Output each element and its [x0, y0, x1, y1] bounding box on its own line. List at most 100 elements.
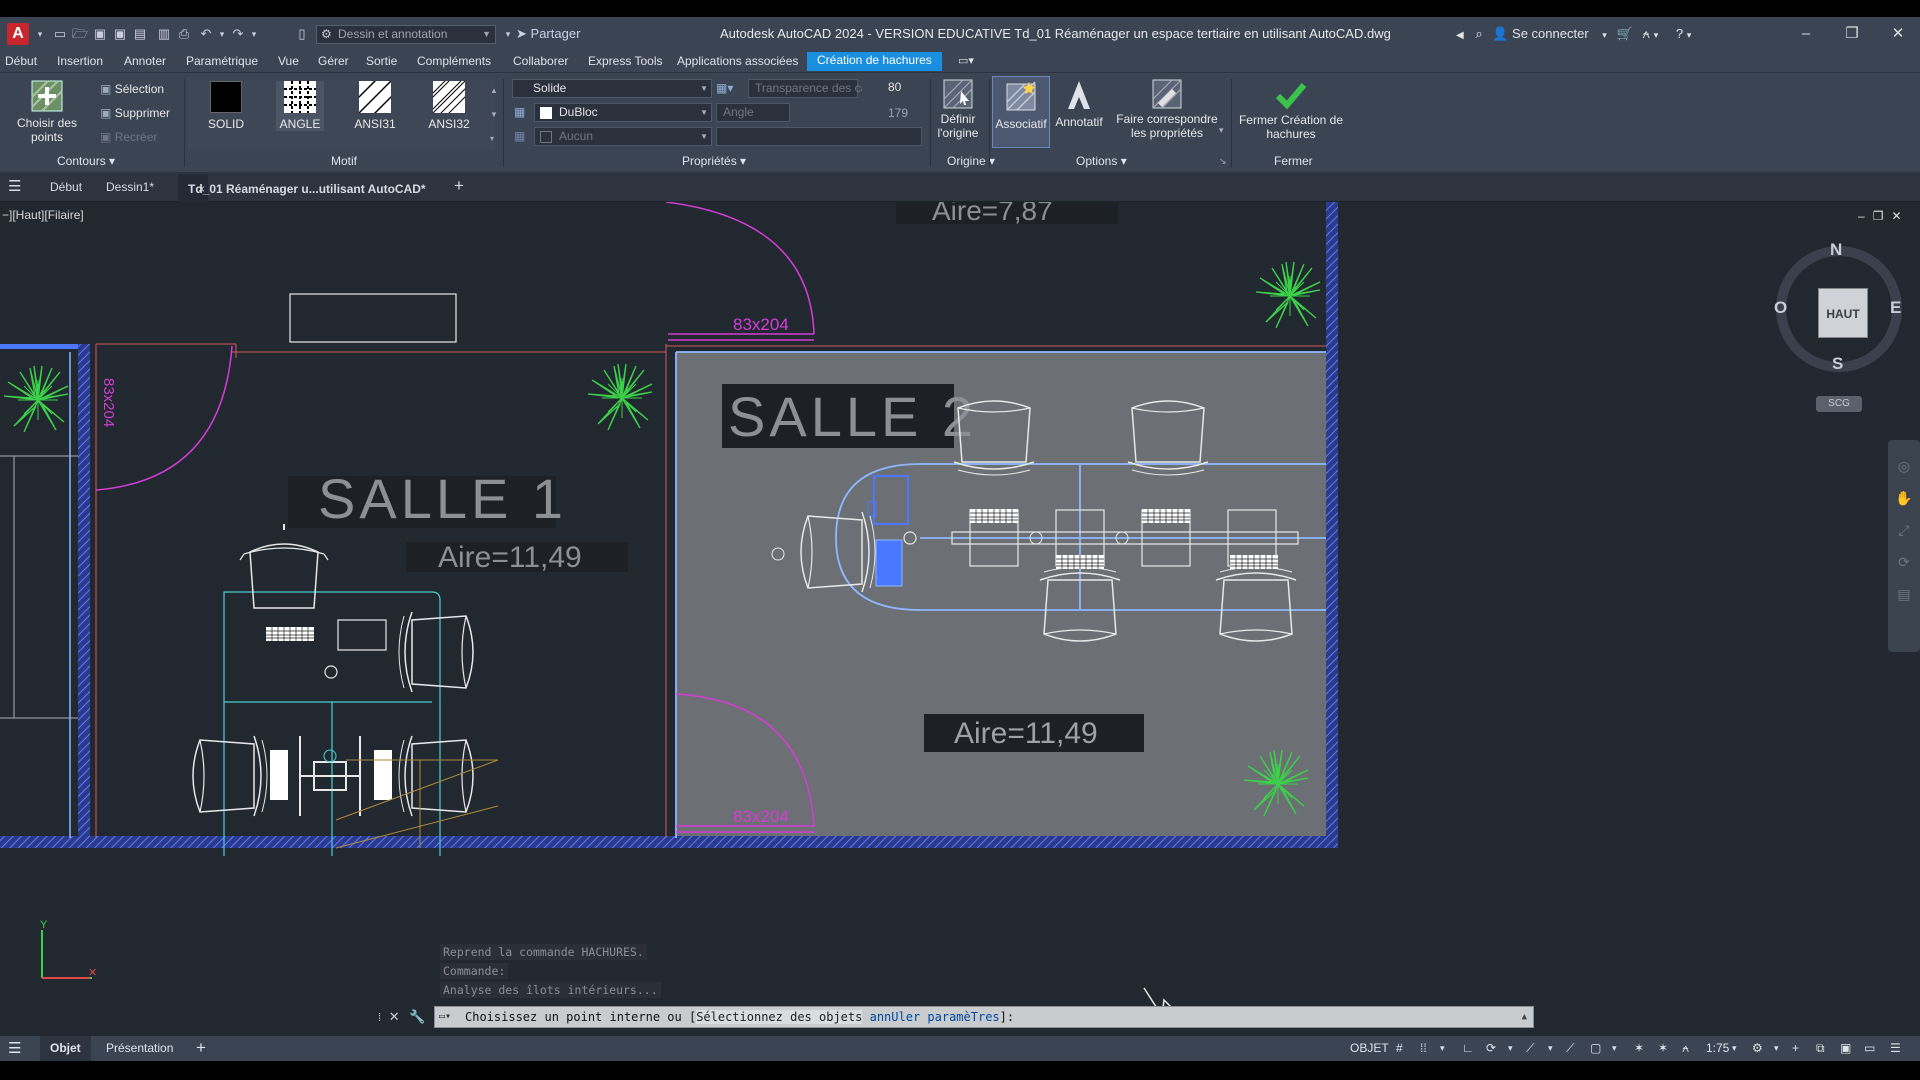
file-tab-dessin1[interactable]: Dessin1*	[106, 180, 154, 194]
new-tab-button[interactable]: +	[454, 176, 464, 196]
orbit-icon[interactable]: ⟳	[1888, 546, 1920, 578]
object-snap-icon[interactable]: ▢	[1590, 1041, 1601, 1055]
autodesk-dropdown-icon[interactable]: ▾	[1654, 30, 1659, 40]
choose-points-button[interactable]: Choisir des points	[0, 79, 94, 144]
user-icon[interactable]: 👤	[1492, 26, 1508, 41]
selection-button[interactable]: ▣ Sélection	[100, 82, 164, 96]
auto-scale-icon[interactable]: ✶	[1658, 1041, 1668, 1055]
plus-icon[interactable]: +	[1792, 1041, 1799, 1055]
command-history-toggle-icon[interactable]: ▲	[1522, 1007, 1527, 1027]
print-icon[interactable]: ⎙	[176, 26, 192, 42]
file-tab-current[interactable]: Td_01 Réaménager u...utilisant AutoCAD* …	[178, 174, 426, 202]
clean-screen-icon[interactable]: ▭	[1864, 1041, 1875, 1055]
customization-menu-icon[interactable]: ☰	[1890, 1041, 1901, 1055]
tab-sortie[interactable]: Sortie	[366, 54, 397, 68]
options-launcher-icon[interactable]: ↘	[1219, 156, 1227, 167]
isolate-objects-icon[interactable]: ⧉	[1816, 1041, 1825, 1056]
share-drawing-icon[interactable]: ▯	[294, 26, 310, 42]
compass-east[interactable]: E	[1890, 298, 1901, 318]
close-hatch-creation-button[interactable]: Fermer Création de hachures	[1234, 79, 1348, 141]
tab-vue[interactable]: Vue	[278, 54, 299, 68]
annotative-toggle[interactable]: Annotatif	[1052, 79, 1106, 129]
grip-icon[interactable]: ⁞	[378, 1012, 381, 1024]
redo-icon[interactable]: ↷	[230, 26, 246, 42]
save-icon[interactable]: ▣	[92, 26, 108, 42]
viewport-controls-label[interactable]: −][Haut][Filaire]	[2, 208, 84, 222]
redo-dropdown-icon[interactable]: ▾	[246, 26, 262, 42]
command-option-undo[interactable]: annUler	[870, 1010, 921, 1024]
floor-plan[interactable]: 83x204 83x204 83x204 Aire=7,87 SALLE 1 A…	[0, 202, 1920, 1045]
angle-value[interactable]: 179	[888, 106, 908, 120]
transparency-value[interactable]: 80	[862, 79, 922, 98]
pattern-ansi32[interactable]: ANSI32	[425, 81, 473, 131]
tab-extra-dropdown-icon[interactable]: ▭▾	[958, 54, 974, 67]
hatch-type-select[interactable]: Solide ▼	[512, 79, 712, 98]
signin-dropdown-icon[interactable]: ▾	[1602, 30, 1607, 40]
customize-toolbar-icon[interactable]: ▾	[500, 26, 516, 42]
tab-creation-de-hachures[interactable]: Création de hachures	[807, 52, 942, 71]
undo-dropdown-icon[interactable]: ▾	[214, 26, 230, 42]
scale-dropdown-icon[interactable]: ▾	[1732, 1043, 1737, 1054]
workspace-dropdown-icon[interactable]: ▾	[1774, 1043, 1779, 1054]
close-tab-icon[interactable]: ×	[198, 182, 205, 196]
compass-west[interactable]: O	[1774, 298, 1787, 318]
polar-icon[interactable]: ⟳	[1486, 1041, 1496, 1055]
file-tab-start[interactable]: Début	[50, 180, 82, 194]
tab-parametrique[interactable]: Paramétrique	[186, 54, 258, 68]
tab-collaborer[interactable]: Collaborer	[513, 54, 568, 68]
tab-debut[interactable]: Début	[5, 54, 37, 68]
restore-button[interactable]: ❐	[1832, 23, 1872, 45]
close-command-line-icon[interactable]: ✕	[389, 1009, 400, 1024]
object-snap-dropdown-icon[interactable]: ▾	[1612, 1043, 1617, 1054]
autodesk-a-icon[interactable]: ⍲	[1642, 26, 1650, 41]
delete-boundary-button[interactable]: ▣ Supprimer	[100, 106, 170, 120]
gallery-scroll[interactable]: ▲ ▼ ▾	[490, 79, 498, 151]
tab-complements[interactable]: Compléments	[417, 54, 491, 68]
polar-dropdown-icon[interactable]: ▾	[1508, 1043, 1513, 1054]
help-icon[interactable]: ?	[1676, 26, 1683, 41]
layout-tab[interactable]: Présentation	[106, 1041, 173, 1055]
snap-icon[interactable]: ⁞⁞	[1420, 1041, 1427, 1055]
layout-menu-icon[interactable]: ☰	[8, 1039, 21, 1057]
recreate-boundary-button[interactable]: ▣ Recréer	[100, 130, 157, 144]
compass-south[interactable]: S	[1832, 354, 1843, 374]
new-file-icon[interactable]: ▭	[52, 26, 68, 42]
tab-applications-associees[interactable]: Applications associées	[677, 54, 798, 68]
web-save-icon[interactable]: ▤	[132, 26, 148, 42]
showmotion-icon[interactable]: ▤	[1888, 578, 1920, 610]
recent-commands-icon[interactable]: ▭▾	[439, 1007, 451, 1027]
hatch-color-select[interactable]: DuBloc ▼	[534, 103, 712, 122]
ucs-menu[interactable]: SCG	[1816, 396, 1862, 412]
help-dropdown-icon[interactable]: ▾	[1687, 30, 1692, 40]
customize-wrench-icon[interactable]: 🔧	[409, 1009, 425, 1024]
open-file-icon[interactable]: 🗁	[72, 26, 88, 42]
close-window-button[interactable]: ✕	[1878, 23, 1918, 45]
properties-panel-label[interactable]: Propriétés ▾	[682, 154, 746, 168]
match-properties-button[interactable]: Faire correspondre les propriétés	[1112, 79, 1222, 140]
add-layout-button[interactable]: +	[196, 1038, 206, 1058]
ortho-icon[interactable]: ∟	[1462, 1041, 1474, 1055]
isodraft-icon[interactable]: ⟋	[1526, 1041, 1534, 1056]
navigation-bar[interactable]: ◎ ✋ ⤢ ⟳ ▤	[1888, 440, 1920, 652]
command-line-input[interactable]: ▭▾ Choisissez un point interne ou [Sélec…	[434, 1006, 1534, 1028]
cart-icon[interactable]: 🛒	[1616, 26, 1632, 41]
workspace-gear-icon[interactable]: ⚙	[1752, 1041, 1763, 1055]
hardware-acceleration-icon[interactable]: ▣	[1840, 1041, 1851, 1055]
annotation-scale-value[interactable]: 1:75	[1706, 1041, 1729, 1055]
workspace-selector[interactable]: ⚙ Dessin et annotation ▼	[316, 25, 496, 44]
snap-dropdown-icon[interactable]: ▾	[1440, 1043, 1445, 1054]
search-icon[interactable]: ⌕	[1475, 26, 1482, 41]
command-option-select-objects[interactable]: Sélectionnez des objets	[696, 1010, 863, 1024]
compass-north[interactable]: N	[1830, 240, 1842, 260]
define-origin-button[interactable]: Définir l'origine	[932, 79, 984, 140]
scroll-left-icon[interactable]: ◀	[1456, 30, 1464, 41]
signin-link[interactable]: Se connecter	[1512, 26, 1589, 41]
contours-panel-label[interactable]: Contours ▾	[57, 154, 115, 168]
steering-wheel-icon[interactable]: ◎	[1888, 450, 1920, 482]
tab-insertion[interactable]: Insertion	[57, 54, 103, 68]
zoom-icon[interactable]: ⤢	[1888, 514, 1920, 546]
model-space-toggle[interactable]: OBJET	[1350, 1041, 1389, 1055]
close-viewport-icon[interactable]: ✕	[1891, 209, 1909, 223]
tab-express-tools[interactable]: Express Tools	[588, 54, 662, 68]
menu-icon[interactable]: ☰	[8, 177, 21, 195]
